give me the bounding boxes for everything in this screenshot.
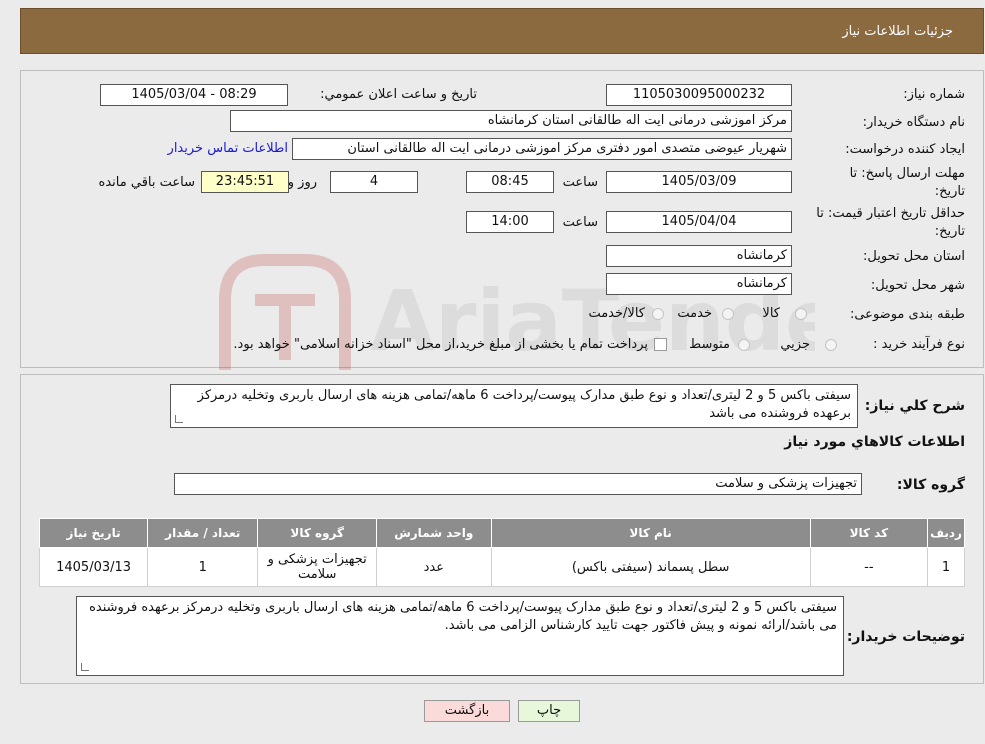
remaining-label: ساعت باقي مانده bbox=[98, 175, 195, 190]
purchase-option-medium: متوسط bbox=[689, 337, 730, 352]
purchase-note: پرداخت تمام يا بخشی از مبلغ خريد،از محل … bbox=[233, 337, 648, 352]
reply-deadline-label-2: تاريخ: bbox=[934, 184, 965, 199]
requester-field: شهریار عیوضی متصدی امور دفتری مرکز اموزش… bbox=[292, 138, 792, 160]
price-time-label: ساعت bbox=[562, 215, 598, 230]
city-field: کرمانشاه bbox=[606, 273, 792, 295]
price-validity-label: حداقل تاريخ اعتبار قيمت: تا bbox=[816, 206, 965, 221]
col-header-group: گروه کالا bbox=[257, 518, 377, 548]
price-validity-label-2: تاريخ: bbox=[934, 224, 965, 239]
cell-row-number: 1 bbox=[927, 547, 965, 587]
goods-group-field: تجهیزات پزشکی و سلامت bbox=[174, 473, 862, 495]
goods-group-label: گروه کالا: bbox=[896, 477, 965, 493]
buyer-org-label: نام دستگاه خريدار: bbox=[862, 115, 965, 130]
province-label: استان محل تحويل: bbox=[863, 249, 965, 264]
city-label: شهر محل تحويل: bbox=[870, 278, 965, 293]
print-button[interactable]: چاپ bbox=[518, 700, 580, 722]
category-radio-goods-service[interactable] bbox=[652, 308, 664, 320]
buyer-notes-label: توضيحات خريدار: bbox=[846, 629, 965, 645]
cell-qty: 1 bbox=[147, 547, 259, 587]
province-field: کرمانشاه bbox=[606, 245, 792, 267]
treasury-checkbox[interactable] bbox=[654, 338, 667, 351]
cell-name: سطل پسماند (سیفتی باکس) bbox=[490, 547, 811, 587]
col-header-name: نام کالا bbox=[490, 518, 811, 548]
purchase-type-label: نوع فرآيند خريد : bbox=[873, 337, 965, 352]
col-header-date: تاريخ نياز bbox=[38, 518, 149, 548]
summary-textarea: سیفتی باکس 5 و 2 لیتری/تعداد و نوع طبق م… bbox=[170, 384, 858, 428]
remaining-time-field: 23:45:51 bbox=[201, 171, 289, 193]
category-option-goods: کالا bbox=[762, 306, 780, 321]
buyer-contact-link[interactable]: اطلاعات تماس خريدار bbox=[168, 141, 288, 156]
category-label: طبقه بندی موضوعی: bbox=[849, 307, 965, 322]
purchase-radio-medium[interactable] bbox=[738, 339, 750, 351]
col-header-qty: تعداد / مقدار bbox=[147, 518, 259, 548]
need-number-label: شماره نیاز: bbox=[903, 87, 965, 102]
reply-deadline-label: مهلت ارسال پاسخ: تا bbox=[849, 166, 965, 181]
reply-time-field: 08:45 bbox=[466, 171, 554, 193]
reply-time-label: ساعت bbox=[562, 175, 598, 190]
page-title: جزئیات اطلاعات نیاز bbox=[842, 24, 953, 39]
cell-group: تجهیزات پزشکی و سلامت bbox=[257, 547, 377, 587]
table-header-row: رديف کد کالا نام کالا واحد شمارش گروه کا… bbox=[38, 518, 965, 548]
need-number-field: 1105030095000232 bbox=[606, 84, 792, 106]
requester-label: ايجاد کننده درخواست: bbox=[845, 142, 965, 157]
col-header-row-number: رديف bbox=[927, 518, 965, 548]
buyer-notes-text: سیفتی باکس 5 و 2 لیتری/تعداد و نوع طبق م… bbox=[89, 600, 837, 633]
announce-label: تاریخ و ساعت اعلان عمومي: bbox=[320, 87, 477, 102]
reply-date-field: 1405/03/09 bbox=[606, 171, 792, 193]
announce-field: 1405/03/04 - 08:29 bbox=[100, 84, 288, 106]
category-radio-service[interactable] bbox=[722, 308, 734, 320]
buyer-notes-textarea: سیفتی باکس 5 و 2 لیتری/تعداد و نوع طبق م… bbox=[76, 596, 844, 676]
goods-info-title: اطلاعات کالاهاي مورد نياز bbox=[784, 434, 965, 450]
col-header-unit: واحد شمارش bbox=[376, 518, 492, 548]
category-radio-goods[interactable] bbox=[795, 308, 807, 320]
summary-text: سیفتی باکس 5 و 2 لیتری/تعداد و نوع طبق م… bbox=[197, 388, 851, 421]
back-button[interactable]: بازگشت bbox=[424, 700, 510, 722]
purchase-radio-minor[interactable] bbox=[825, 339, 837, 351]
purchase-option-minor: جزيي bbox=[780, 337, 810, 352]
cell-code: -- bbox=[809, 547, 929, 587]
category-option-goods-service: کالا/خدمت bbox=[588, 306, 645, 321]
goods-table: رديف کد کالا نام کالا واحد شمارش گروه کا… bbox=[38, 518, 965, 587]
days-label: روز و bbox=[287, 175, 317, 190]
buyer-org-field: مرکز اموزشی درمانی ایت اله طالقانی استان… bbox=[230, 110, 792, 132]
days-field: 4 bbox=[330, 171, 418, 193]
cell-date: 1405/03/13 bbox=[38, 547, 149, 587]
price-date-field: 1405/04/04 bbox=[606, 211, 792, 233]
summary-label: شرح کلي نياز: bbox=[864, 398, 965, 414]
table-row: 1 -- سطل پسماند (سیفتی باکس) عدد تجهیزات… bbox=[38, 547, 965, 587]
price-time-field: 14:00 bbox=[466, 211, 554, 233]
resize-grip-icon[interactable] bbox=[81, 663, 89, 671]
col-header-code: کد کالا bbox=[809, 518, 929, 548]
cell-unit: عدد bbox=[376, 547, 492, 587]
category-option-service: خدمت bbox=[677, 306, 712, 321]
resize-grip-icon[interactable] bbox=[175, 415, 183, 423]
page-header: جزئیات اطلاعات نیاز bbox=[20, 8, 984, 54]
